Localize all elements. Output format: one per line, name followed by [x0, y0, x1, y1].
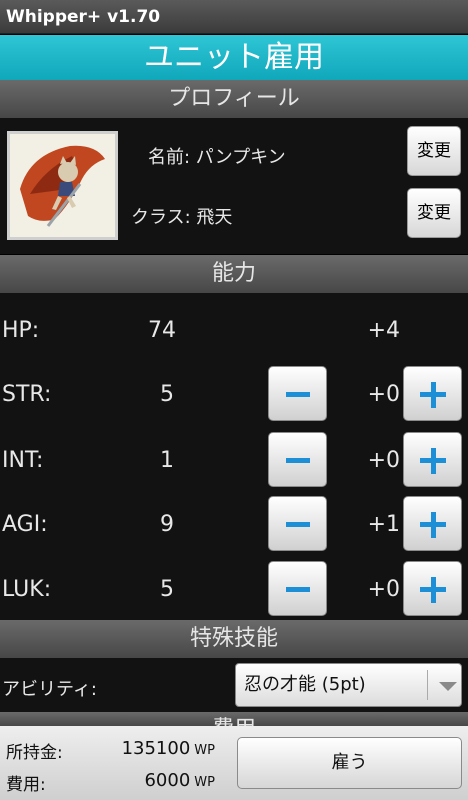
- page-title: ユニット雇用: [0, 35, 468, 80]
- stat-bonus: +1: [367, 512, 400, 537]
- ability-label: アビリティ:: [2, 679, 97, 700]
- cost-amount: 6000 WP: [0, 770, 215, 791]
- money-value: 135100: [121, 738, 191, 759]
- cat-warrior-image: [20, 145, 105, 227]
- str-increase-button[interactable]: [403, 366, 462, 421]
- minus-icon: [286, 392, 310, 397]
- stat-name: INT:: [2, 448, 44, 473]
- money-unit: WP: [194, 743, 215, 758]
- ability-select[interactable]: 忍の才能 (5pt): [235, 663, 462, 707]
- stat-bonus: +0: [367, 382, 400, 407]
- stat-value: 5: [160, 577, 174, 602]
- ability-section-header: 能力: [0, 255, 468, 293]
- hire-button[interactable]: 雇う: [237, 737, 462, 789]
- money-amount: 135100 WP: [0, 738, 215, 759]
- minus-icon: [286, 587, 310, 592]
- chevron-down-icon: [439, 682, 457, 691]
- luk-increase-button[interactable]: [403, 561, 462, 616]
- stat-value: 9: [160, 512, 174, 537]
- stat-name: LUK:: [2, 577, 52, 602]
- stat-value: 1: [160, 448, 174, 473]
- unit-class-label: クラス: 飛天: [131, 207, 233, 228]
- stat-name: STR:: [2, 382, 52, 407]
- agi-decrease-button[interactable]: [268, 496, 327, 551]
- luk-decrease-button[interactable]: [268, 561, 327, 616]
- app-title: Whipper+ v1.70: [6, 7, 161, 27]
- cost-value: 6000: [144, 770, 191, 791]
- stat-value: 74: [148, 318, 176, 343]
- minus-icon: [286, 522, 310, 527]
- int-increase-button[interactable]: [403, 432, 462, 487]
- stat-name: AGI:: [2, 512, 48, 537]
- dropdown-divider: [427, 670, 428, 700]
- change-class-button[interactable]: 変更: [407, 188, 461, 238]
- ability-select-value: 忍の才能 (5pt): [244, 674, 366, 695]
- minus-icon: [286, 458, 310, 463]
- int-decrease-button[interactable]: [268, 432, 327, 487]
- cost-unit: WP: [194, 775, 215, 790]
- unit-portrait: [7, 131, 118, 240]
- stat-bonus: +0: [367, 577, 400, 602]
- stat-name: HP:: [2, 318, 40, 343]
- unit-name-label: 名前: パンプキン: [148, 147, 286, 168]
- skill-section-header: 特殊技能: [0, 620, 468, 658]
- agi-increase-button[interactable]: [403, 496, 462, 551]
- stat-bonus: +4: [367, 318, 400, 343]
- app-title-bar: Whipper+ v1.70: [0, 0, 468, 34]
- profile-section-header: プロフィール: [0, 80, 468, 118]
- stat-bonus: +0: [367, 448, 400, 473]
- cost-section-header: 費用: [0, 712, 468, 726]
- str-decrease-button[interactable]: [268, 366, 327, 421]
- stat-value: 5: [160, 382, 174, 407]
- change-name-button[interactable]: 変更: [407, 126, 461, 176]
